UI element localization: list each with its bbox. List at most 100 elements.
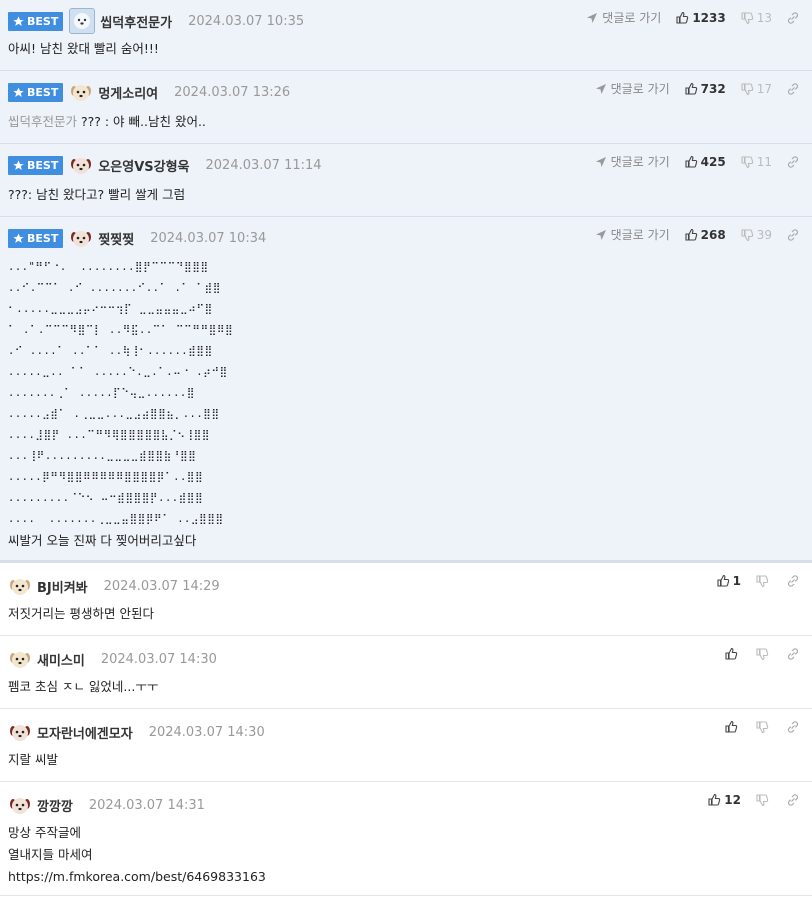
thumbs-down-icon <box>741 11 753 24</box>
thumbs-up-icon <box>725 720 738 733</box>
comment-date: 2024.03.07 10:35 <box>188 13 305 29</box>
comment-item: BEST 오은영VS강형욱 2024.03.07 11:14 댓글로 가기 42… <box>0 144 812 217</box>
comment-item: BJ비켜봐 2024.03.07 14:29 1 저짓거리는 평생하면 안된다 <box>0 563 812 636</box>
avatar[interactable] <box>69 8 96 34</box>
nickname[interactable]: 씹덕후전문가 <box>100 12 172 31</box>
link-button[interactable] <box>786 155 800 169</box>
comment-item: 새미스미 2024.03.07 14:30 펨코 초심 ㅈㄴ 잃었네...ㅜㅜ <box>0 636 812 709</box>
arrow-icon <box>595 156 606 167</box>
url-link[interactable]: https://m.fmkorea.com/best/6469833163 <box>8 866 266 888</box>
link-button[interactable] <box>786 11 800 25</box>
link-icon <box>787 794 799 806</box>
star-icon <box>13 86 24 97</box>
best-badge: BEST <box>8 11 64 31</box>
comment-header: 모자란너에겐모자 2024.03.07 14:30 <box>8 721 265 743</box>
go-to-comment-link[interactable]: 댓글로 가기 <box>594 226 670 243</box>
avatar[interactable] <box>69 80 93 104</box>
best-badge: BEST <box>8 82 64 102</box>
link-button[interactable] <box>786 82 800 96</box>
comment-item: BEST 멍게소리여 2024.03.07 13:26 댓글로 가기 732 1… <box>0 71 812 144</box>
comment-text: 아씨! 남친 왔대 빨리 숨어!!! <box>8 41 159 56</box>
avatar[interactable] <box>8 574 32 598</box>
upvote-button[interactable]: 268 <box>684 228 726 242</box>
comment-actions: 댓글로 가기 268 39 <box>594 226 800 243</box>
link-button[interactable] <box>786 793 800 807</box>
comment-list: BEST 씹덕후전문가 2024.03.07 10:35 댓글로 가기 1233… <box>0 0 812 896</box>
comment-header: 깡깡깡 2024.03.07 14:31 <box>8 794 205 816</box>
comment-header: BEST 씹덕후전문가 2024.03.07 10:35 <box>8 8 305 34</box>
thumbs-down-icon <box>756 648 769 661</box>
downvote-button[interactable]: 13 <box>740 11 772 25</box>
go-to-comment-link[interactable]: 댓글로 가기 <box>594 153 670 170</box>
comment-text: ???: 남친 왔다고? 빨리 쌀게 그럼 <box>8 187 186 202</box>
thumbs-down-icon <box>741 82 753 95</box>
comment-header: BEST 멍게소리여 2024.03.07 13:26 <box>8 81 290 103</box>
thumbs-up-icon <box>725 647 738 660</box>
thumbs-up-icon <box>708 793 721 806</box>
comment-date: 2024.03.07 14:29 <box>103 578 220 594</box>
quoted-nickname[interactable]: 씹덕후전문가 <box>8 114 77 129</box>
upvote-button[interactable]: 12 <box>707 793 741 807</box>
avatar[interactable] <box>8 720 32 744</box>
downvote-button[interactable]: 17 <box>740 82 772 96</box>
thumbs-up-icon <box>717 574 729 587</box>
comment-item: 모자란너에겐모자 2024.03.07 14:30 지랄 씨발 <box>0 709 812 782</box>
thumbs-up-icon <box>685 82 697 95</box>
comment-actions: 댓글로 가기 1233 13 <box>585 9 800 26</box>
link-button[interactable] <box>786 647 800 661</box>
nickname[interactable]: 새미스미 <box>37 650 85 669</box>
comment-date: 2024.03.07 14:30 <box>148 724 265 740</box>
upvote-button[interactable]: 1233 <box>675 11 726 25</box>
upvote-button[interactable]: 1 <box>716 574 741 588</box>
upvote-button[interactable]: 732 <box>684 82 726 96</box>
arrow-icon <box>587 12 598 23</box>
nickname[interactable]: 멍게소리여 <box>98 83 158 102</box>
nickname[interactable]: BJ비켜봐 <box>37 577 88 596</box>
downvote-button[interactable] <box>755 574 772 588</box>
comment-actions: 12 <box>707 793 800 807</box>
comment-body: ..."⠛⠋⠐. ........⣿⡟⠉⠉⠉⠙⣿⣿⣿ ..⠊.⠉⠉⠁ .⠊ ..… <box>8 257 233 552</box>
nickname[interactable]: 모자란너에겐모자 <box>37 723 133 742</box>
downvote-button[interactable] <box>755 720 772 734</box>
thumbs-up-icon <box>685 228 697 241</box>
upvote-button[interactable]: 425 <box>684 155 726 169</box>
upvote-button[interactable] <box>724 647 741 661</box>
comment-header: BEST 오은영VS강형욱 2024.03.07 11:14 <box>8 154 322 176</box>
downvote-button[interactable] <box>755 793 772 807</box>
comment-item: 깡깡깡 2024.03.07 14:31 12 망상 주작글에 열내지들 마세여… <box>0 782 812 896</box>
thumbs-down-icon <box>741 228 753 241</box>
link-icon <box>787 575 799 587</box>
star-icon <box>13 15 24 26</box>
best-badge: BEST <box>8 155 64 175</box>
downvote-button[interactable]: 39 <box>740 228 772 242</box>
comment-text: 망상 주작글에 열내지들 마세여 https://m.fmkorea.com/b… <box>8 822 266 888</box>
avatar[interactable] <box>8 793 32 817</box>
comment-date: 2024.03.07 11:14 <box>205 157 322 173</box>
avatar[interactable] <box>8 647 32 671</box>
thumbs-up-icon <box>676 11 689 24</box>
arrow-icon <box>595 229 606 240</box>
nickname[interactable]: 오은영VS강형욱 <box>98 156 189 175</box>
avatar[interactable] <box>69 226 93 250</box>
nickname[interactable]: 깡깡깡 <box>37 796 73 815</box>
downvote-button[interactable]: 11 <box>740 155 772 169</box>
star-icon <box>13 232 24 243</box>
downvote-button[interactable] <box>755 647 772 661</box>
nickname[interactable]: 찢찢찢 <box>98 229 134 248</box>
comment-date: 2024.03.07 14:31 <box>88 797 205 813</box>
go-to-comment-link[interactable]: 댓글로 가기 <box>594 80 670 97</box>
link-icon <box>787 82 799 95</box>
avatar[interactable] <box>69 153 93 177</box>
link-button[interactable] <box>786 574 800 588</box>
link-icon <box>787 228 799 241</box>
comment-actions: 댓글로 가기 732 17 <box>594 80 800 97</box>
link-button[interactable] <box>786 228 800 242</box>
comment-text: 펨코 초심 ㅈㄴ 잃었네...ㅜㅜ <box>8 679 159 694</box>
go-to-comment-link[interactable]: 댓글로 가기 <box>585 9 661 26</box>
comment-actions <box>724 647 800 661</box>
comment-date: 2024.03.07 10:34 <box>150 230 267 246</box>
link-button[interactable] <box>786 720 800 734</box>
upvote-button[interactable] <box>724 720 741 734</box>
comment-item: BEST 씹덕후전문가 2024.03.07 10:35 댓글로 가기 1233… <box>0 0 812 71</box>
comment-actions: 댓글로 가기 425 11 <box>594 153 800 170</box>
